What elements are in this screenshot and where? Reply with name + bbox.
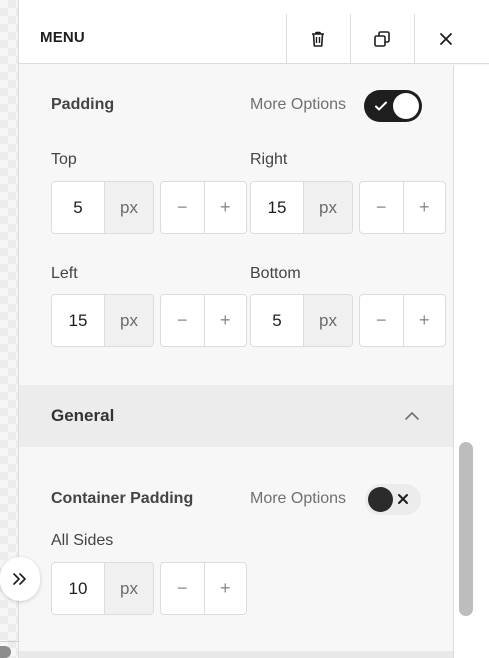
- settings-panel: MENU Padding More Options Top 5 px − + R…: [19, 0, 489, 658]
- bottom-increment-button[interactable]: +: [402, 295, 446, 346]
- panel-content: Padding More Options Top 5 px − + Right: [19, 65, 453, 658]
- top-value-input[interactable]: 5: [52, 182, 104, 233]
- padding-more-options-toggle[interactable]: [364, 90, 422, 122]
- padding-more-options-label: More Options: [250, 96, 347, 113]
- container-padding-label: Container Padding: [51, 490, 194, 507]
- bottom-value-input[interactable]: 5: [251, 295, 303, 346]
- left-unit-select[interactable]: px: [104, 295, 153, 346]
- top-stepper: − +: [160, 181, 247, 234]
- all-sides-increment-button[interactable]: +: [203, 563, 247, 614]
- toggle-knob: [393, 93, 419, 119]
- top-decrement-button[interactable]: −: [161, 182, 204, 233]
- expand-panel-button[interactable]: [0, 557, 40, 601]
- bottom-unit-select[interactable]: px: [303, 295, 352, 346]
- all-sides-decrement-button[interactable]: −: [161, 563, 204, 614]
- bottom-stepper: − +: [359, 294, 446, 347]
- panel-header: MENU: [19, 0, 489, 64]
- bottom-decrement-button[interactable]: −: [360, 295, 403, 346]
- left-input-group: 15 px: [51, 294, 154, 347]
- general-section-title: General: [51, 406, 115, 425]
- right-value-input[interactable]: 15: [251, 182, 303, 233]
- canvas-divider: [0, 641, 19, 642]
- right-increment-button[interactable]: +: [402, 182, 446, 233]
- left-value-input[interactable]: 15: [52, 295, 104, 346]
- padding-label: Padding: [51, 96, 115, 113]
- all-sides-unit-select[interactable]: px: [104, 563, 153, 614]
- bottom-input-group: 5 px: [250, 294, 353, 347]
- left-increment-button[interactable]: +: [203, 295, 247, 346]
- check-icon: [375, 101, 387, 111]
- scrollbar-thumb[interactable]: [459, 442, 473, 616]
- top-increment-button[interactable]: +: [203, 182, 247, 233]
- duplicate-button[interactable]: [350, 14, 414, 64]
- right-decrement-button[interactable]: −: [360, 182, 403, 233]
- right-stepper: − +: [359, 181, 446, 234]
- right-unit-select[interactable]: px: [303, 182, 352, 233]
- left-stepper: − +: [160, 294, 247, 347]
- all-sides-label: All Sides: [51, 532, 114, 549]
- top-input-group: 5 px: [51, 181, 154, 234]
- left-label: Left: [51, 265, 78, 282]
- duplicate-icon: [374, 31, 390, 47]
- general-section-header[interactable]: General: [19, 385, 453, 447]
- all-sides-stepper: − +: [160, 562, 247, 615]
- container-more-options-toggle[interactable]: [365, 484, 421, 515]
- bottom-label: Bottom: [250, 265, 301, 282]
- top-unit-select[interactable]: px: [104, 182, 153, 233]
- right-input-group: 15 px: [250, 181, 353, 234]
- delete-button[interactable]: [286, 14, 350, 64]
- close-button[interactable]: [414, 14, 478, 64]
- left-decrement-button[interactable]: −: [161, 295, 204, 346]
- top-label: Top: [51, 151, 77, 168]
- chevron-up-icon: [405, 412, 419, 420]
- container-more-options-label: More Options: [250, 490, 347, 507]
- toggle-knob: [368, 487, 393, 512]
- all-sides-value-input[interactable]: 10: [52, 563, 104, 614]
- double-chevron-right-icon: [13, 573, 26, 585]
- panel-title: MENU: [40, 29, 85, 46]
- close-icon: [440, 33, 452, 45]
- right-label: Right: [250, 151, 288, 168]
- editor-stage: MENU Padding More Options Top 5 px − + R…: [0, 0, 489, 658]
- trash-icon: [312, 31, 324, 47]
- all-sides-input-group: 10 px: [51, 562, 154, 615]
- next-section-header[interactable]: [19, 651, 453, 658]
- close-icon: [398, 494, 408, 504]
